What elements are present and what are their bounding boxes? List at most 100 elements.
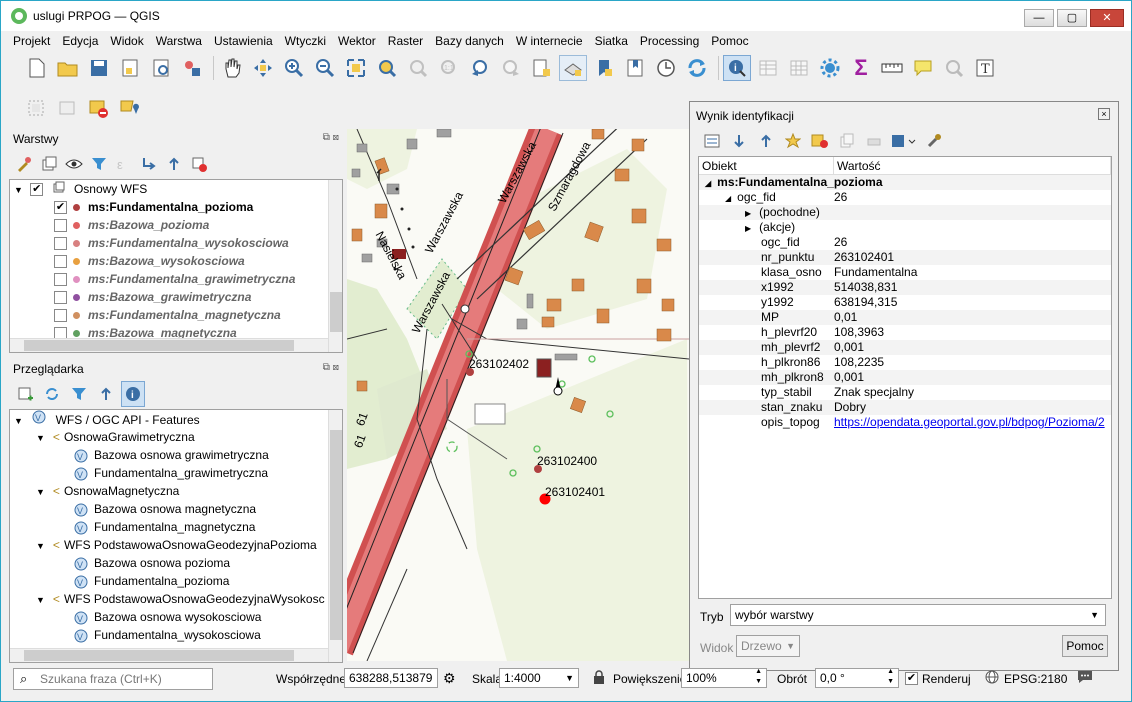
browser-layer-group[interactable]: ▼ < OsnowaGrawimetryczna [10,428,342,446]
zoom-out-icon[interactable] [311,55,339,81]
expand-all-icon[interactable] [727,128,751,154]
crs-globe-icon[interactable] [985,670,999,687]
copy-feature-icon[interactable] [835,128,859,154]
expand-new-results-icon[interactable] [781,128,805,154]
browser-layer-item[interactable]: V Fundamentalna_magnetyczna [10,518,342,536]
new-3d-map-icon[interactable] [559,55,587,81]
select-by-attribute-icon[interactable] [54,96,82,122]
collapse-arrow-icon[interactable]: ▼ [14,416,23,426]
identify-features-icon[interactable]: i [723,55,751,81]
panel-float-close-icon[interactable]: ⧉ ⊠ [323,132,339,143]
menu-projekt[interactable]: Projekt [13,34,50,48]
layer-visibility-checkbox[interactable] [54,273,67,287]
close-button[interactable]: ✕ [1090,9,1124,27]
browser-layer-item[interactable]: V Bazowa osnowa grawimetryczna [10,446,342,464]
attribute-row[interactable]: mh_plkron8 0,001 [699,370,1111,385]
layer-visibility-checkbox[interactable] [54,219,67,233]
map-canvas[interactable]: Nasielska Warszawska Warszawska Szmaragd… [347,129,689,661]
layer-row[interactable]: ✔ ms:Fundamentalna_pozioma [10,198,342,216]
attribute-row[interactable]: h_plkron86 108,2235 [699,355,1111,370]
zoom-next-icon[interactable] [497,55,525,81]
menu-siatka[interactable]: Siatka [595,34,628,48]
browser-layer-item[interactable]: V Bazowa osnowa pozioma [10,554,342,572]
layer-row[interactable]: ms:Bazowa_grawimetryczna [10,288,342,306]
browser-hscrollbar[interactable] [10,648,328,662]
clear-results-icon[interactable] [808,128,832,154]
zoom-in-icon[interactable] [280,55,308,81]
locator-search-box[interactable]: ⌕ Szukana fraza (Ctrl+K) [13,668,213,690]
menu-edycja[interactable]: Edycja [62,34,98,48]
menu-raster[interactable]: Raster [388,34,423,48]
attribute-row[interactable]: nr_punktu 263102401 [699,250,1111,265]
layer-style-icon[interactable] [13,151,35,177]
toggle-extents-icon[interactable]: ⚙ [443,670,456,687]
maximize-button[interactable]: ▢ [1057,9,1087,27]
open-attribute-table-icon[interactable] [754,55,782,81]
layer-visibility-checkbox[interactable] [54,309,67,323]
scale-field[interactable]: 1:4000 ▼ [499,668,579,688]
browser-float-close-icon[interactable]: ⧉ ⊠ [323,362,339,373]
field-calculator-sigma-icon[interactable]: Σ [847,55,875,81]
collapse-arrow-icon[interactable]: ▼ [36,595,45,605]
crs-label[interactable]: EPSG:2180 [1004,672,1067,686]
menu-processing[interactable]: Processing [640,34,699,48]
temporal-controller-icon[interactable] [652,55,680,81]
collapse-arrow-icon[interactable]: ▼ [36,487,45,497]
group-checkbox[interactable]: ✔ [30,183,44,197]
zoom-full-icon[interactable] [342,55,370,81]
zoom-native-icon[interactable]: 1:1 [435,55,463,81]
lock-scale-icon[interactable] [593,670,605,687]
object-column-header[interactable]: Obiekt [699,157,834,174]
attribute-row[interactable]: mh_plevrf2 0,001 [699,340,1111,355]
new-map-view-icon[interactable] [528,55,556,81]
rotation-field[interactable]: 0,0 ° ▲ ▼ [815,668,899,688]
attribute-row[interactable]: MP 0,01 [699,310,1111,325]
bookmarks-icon[interactable] [621,55,649,81]
bookmark-new-icon[interactable] [590,55,618,81]
coordinate-field[interactable]: 638288,513879 [344,668,438,688]
layer-group-row[interactable]: ▼ ✔ Osnowy WFS [10,180,342,198]
help-button[interactable]: Pomoc [1062,635,1108,657]
menu-wektor[interactable]: Wektor [338,34,376,48]
select-by-location-icon[interactable] [116,96,144,122]
add-group-icon[interactable] [38,151,60,177]
browser-filter-icon[interactable] [67,381,91,407]
layer-visibility-checkbox[interactable] [54,255,67,269]
attribute-row[interactable]: x1992 514038,831 [699,280,1111,295]
view-select[interactable]: Drzewo ▼ [736,635,800,657]
browser-refresh-icon[interactable] [40,381,64,407]
menu-ustawienia[interactable]: Ustawienia [214,34,273,48]
minimize-button[interactable]: — [1024,9,1054,27]
browser-layer-group[interactable]: ▼ < OsnowaMagnetyczna [10,482,342,500]
layer-visibility-checkbox[interactable] [54,291,67,305]
browser-root-row[interactable]: ▼ V WFS / OGC API - Features [10,410,342,428]
attribute-row[interactable]: typ_stabil Znak specjalny [699,385,1111,400]
menu-w-internecie[interactable]: W internecie [516,34,583,48]
style-manager-icon[interactable] [178,55,206,81]
browser-layer-item[interactable]: V Bazowa osnowa magnetyczna [10,500,342,518]
identify-settings-wrench-icon[interactable] [922,128,946,154]
menu-pomoc[interactable]: Pomoc [711,34,748,48]
menu-widok[interactable]: Widok [110,34,143,48]
layer-visibility-checkbox[interactable]: ✔ [54,201,67,215]
pan-hand-icon[interactable] [218,55,246,81]
collapse-arrow-icon[interactable]: ▼ [36,541,45,551]
attribute-row[interactable]: klasa_osno Fundamentalna [699,265,1111,280]
value-column-header[interactable]: Wartość [834,157,1111,174]
remove-layer-icon[interactable] [188,151,210,177]
attribute-row[interactable]: y1992 638194,315 [699,295,1111,310]
select-features-icon[interactable] [23,96,51,122]
layout-manager-icon[interactable] [147,55,175,81]
layer-row[interactable]: ms:Fundamentalna_grawimetryczna [10,270,342,288]
identify-close-icon[interactable]: × [1098,108,1110,120]
identify-mode-icon[interactable] [889,128,919,154]
statistics-table-icon[interactable] [785,55,813,81]
attribute-row[interactable]: ogc_fid 26 [699,235,1111,250]
map-tips-icon[interactable] [909,55,937,81]
layer-visibility-checkbox[interactable] [54,237,67,251]
pan-to-selection-icon[interactable] [249,55,277,81]
layer-row[interactable]: ms:Fundamentalna_magnetyczna [10,306,342,324]
layer-row[interactable]: ms:Fundamentalna_wysokosciowa [10,234,342,252]
collapse-all-icon[interactable] [163,151,185,177]
layers-hscrollbar[interactable] [10,338,328,352]
